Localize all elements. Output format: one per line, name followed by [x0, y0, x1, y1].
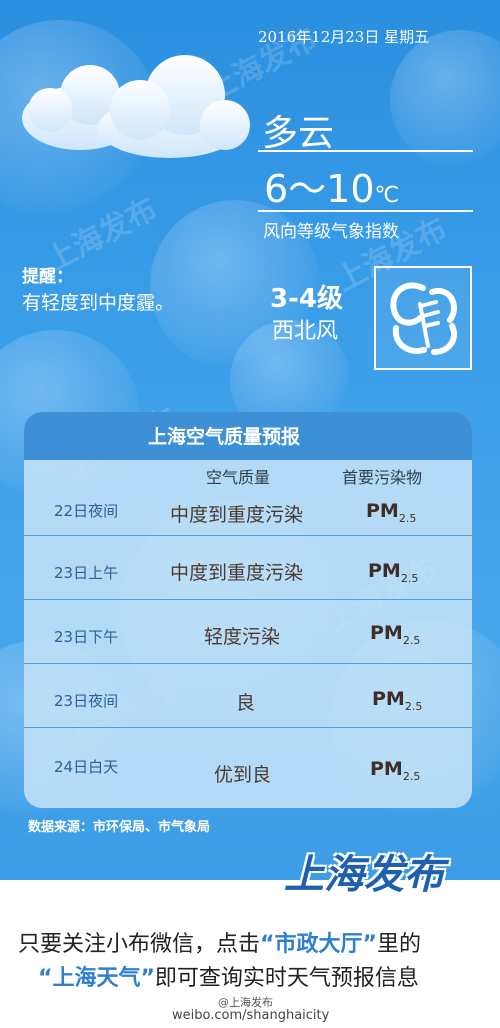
- quality-value: 良: [236, 692, 256, 714]
- data-source: 数据来源：市环保局、市气象局: [28, 820, 211, 835]
- period-label: 24日白天: [54, 758, 119, 776]
- air-quality-panel: 上海空气质量预报 空气质量 首要污染物 22日夜间 中度到重度污染 PM2.5 …: [24, 412, 472, 808]
- temperature-unit: ℃: [374, 183, 400, 208]
- highlight-text: “市政大厅”: [260, 932, 377, 957]
- pollutant-value: PM2.5: [370, 622, 421, 647]
- temperature-range: 6～10℃: [264, 158, 399, 213]
- weather-background: 上海发布 上海发布 上海发布 上海发布 上海发布 上海发布 2016年12月23…: [0, 0, 500, 880]
- quality-value: 轻度污染: [204, 626, 281, 648]
- wind-index-label: 风向等级气象指数: [263, 222, 399, 242]
- quality-value: 中度到重度污染: [170, 504, 304, 526]
- table-row: 23日上午 中度到重度污染 PM2.5: [24, 536, 472, 600]
- cloud-icon: [22, 55, 250, 158]
- bokeh-decoration: [390, 30, 500, 170]
- air-quality-header: 上海空气质量预报: [24, 412, 472, 460]
- pollutant-value: PM2.5: [372, 688, 423, 713]
- air-quality-title: 上海空气质量预报: [148, 426, 301, 448]
- weather-condition: 多云: [262, 113, 335, 154]
- date-label: 2016年12月23日 星期五: [258, 28, 430, 46]
- footer-line-2: “上海天气”即可查询实时天气预报信息: [38, 966, 419, 991]
- wind-icon: [374, 266, 472, 370]
- divider: [258, 210, 473, 212]
- period-label: 23日夜间: [54, 692, 119, 710]
- divider: [258, 150, 473, 152]
- pollutant-value: PM2.5: [370, 758, 421, 783]
- period-label: 22日夜间: [54, 502, 119, 520]
- table-row: 23日夜间 良 PM2.5: [24, 664, 472, 728]
- table-row: 24日白天 优到良 PM2.5: [24, 728, 472, 798]
- reminder-title: 提醒：: [22, 267, 73, 287]
- period-label: 23日上午: [54, 564, 119, 582]
- footer-line-1: 只要关注小布微信，点击“市政大厅”里的: [18, 932, 421, 957]
- wind-swirl-icon: [390, 282, 457, 355]
- reminder-text: 有轻度到中度霾。: [22, 292, 175, 314]
- pollutant-value: PM2.5: [368, 560, 419, 585]
- table-row: 23日下午 轻度污染 PM2.5: [24, 600, 472, 664]
- pollutant-value: PM2.5: [366, 500, 417, 525]
- temperature-value: 6～10: [264, 167, 375, 211]
- highlight-text: “上海天气”: [38, 966, 155, 991]
- period-label: 23日下午: [54, 628, 119, 646]
- weibo-url: weibo.com/shanghaicity: [172, 1008, 330, 1023]
- brand-logo-text: 上海发布: [284, 852, 444, 898]
- table-row: 22日夜间 中度到重度污染 PM2.5: [24, 472, 472, 536]
- quality-value: 优到良: [214, 764, 272, 786]
- quality-value: 中度到重度污染: [170, 562, 304, 584]
- wind-direction: 西北风: [272, 319, 339, 344]
- wind-level: 3-4级: [270, 284, 343, 314]
